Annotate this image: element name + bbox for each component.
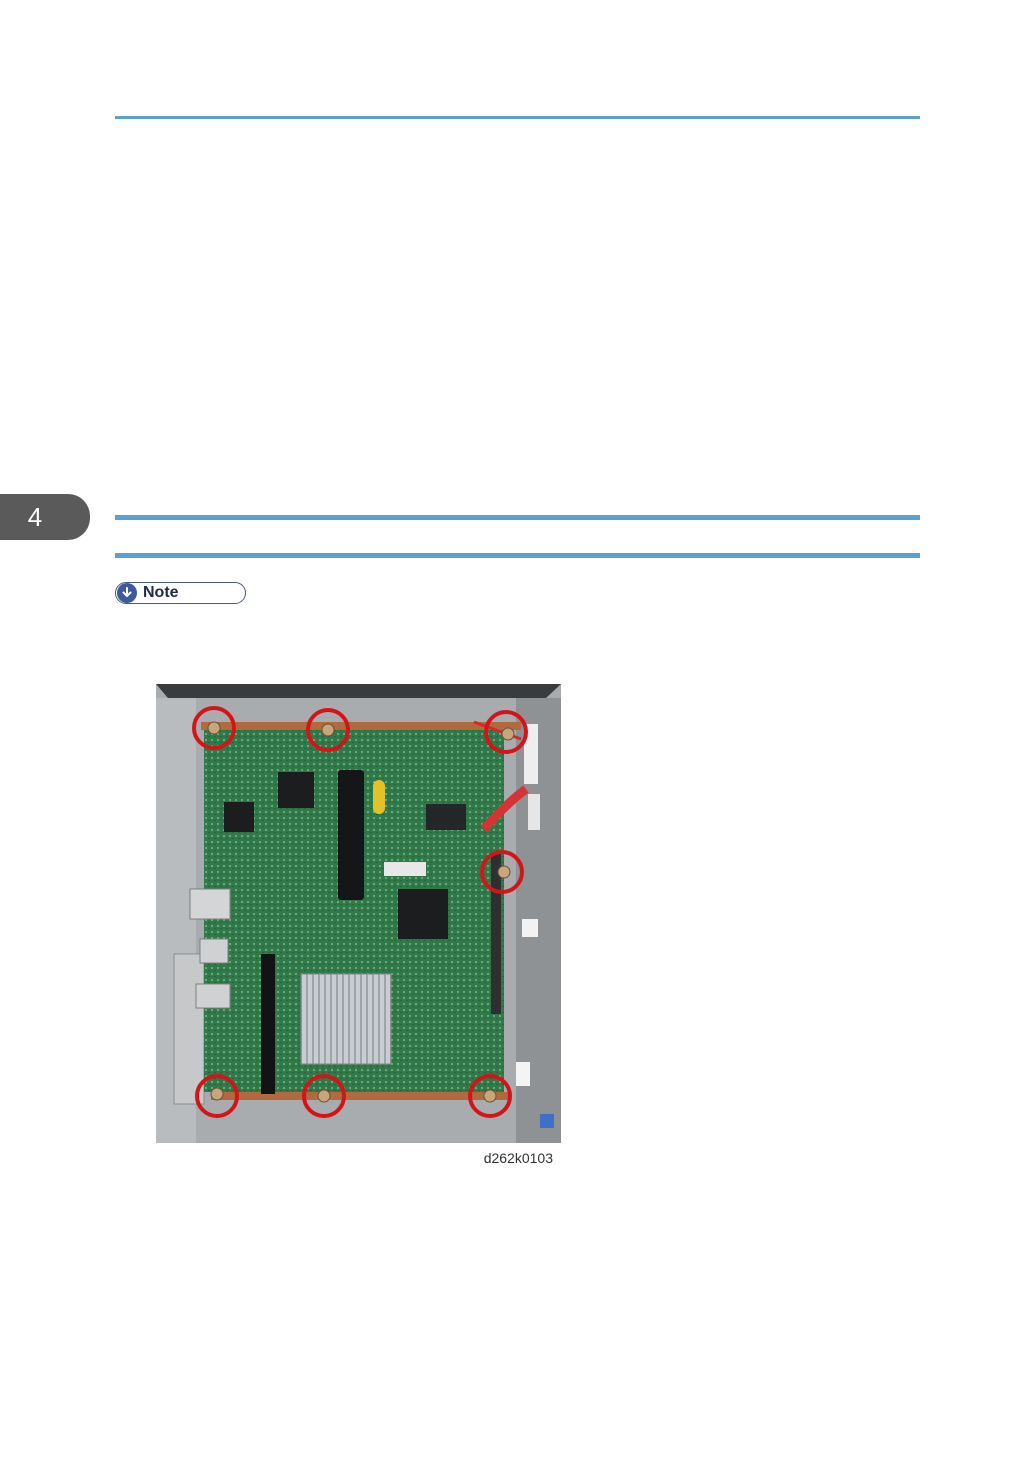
figure-caption: d262k0103 (483, 1150, 553, 1166)
chip (224, 802, 254, 832)
note-badge: Note (115, 582, 246, 604)
usb-port (199, 938, 229, 964)
section-rule-bottom (115, 553, 920, 558)
down-arrow-circle-icon (117, 583, 137, 603)
label-sticker (384, 862, 426, 876)
controller-board-illustration (156, 684, 561, 1143)
screw (321, 723, 335, 737)
note-label: Note (143, 584, 179, 601)
chapter-tab: 4 (0, 494, 90, 540)
heatsink (300, 973, 392, 1065)
capacitor (373, 780, 385, 814)
chip (398, 889, 448, 939)
chip (278, 772, 314, 808)
screw (501, 727, 515, 741)
chapter-number: 4 (27, 501, 43, 532)
screw (317, 1089, 331, 1103)
screw (210, 1087, 224, 1101)
lan-port (189, 888, 231, 920)
screw (497, 865, 511, 879)
section-rule-top (115, 515, 920, 520)
controller-board-photo (156, 684, 561, 1143)
screw (483, 1089, 497, 1103)
bottom-rail (211, 1092, 511, 1100)
top-rail (201, 722, 521, 730)
usb-port (195, 983, 231, 1009)
sata-connector (338, 770, 364, 900)
header-rule (115, 116, 920, 119)
screw (207, 721, 221, 735)
chip (426, 804, 466, 830)
memory-slot (261, 954, 275, 1094)
